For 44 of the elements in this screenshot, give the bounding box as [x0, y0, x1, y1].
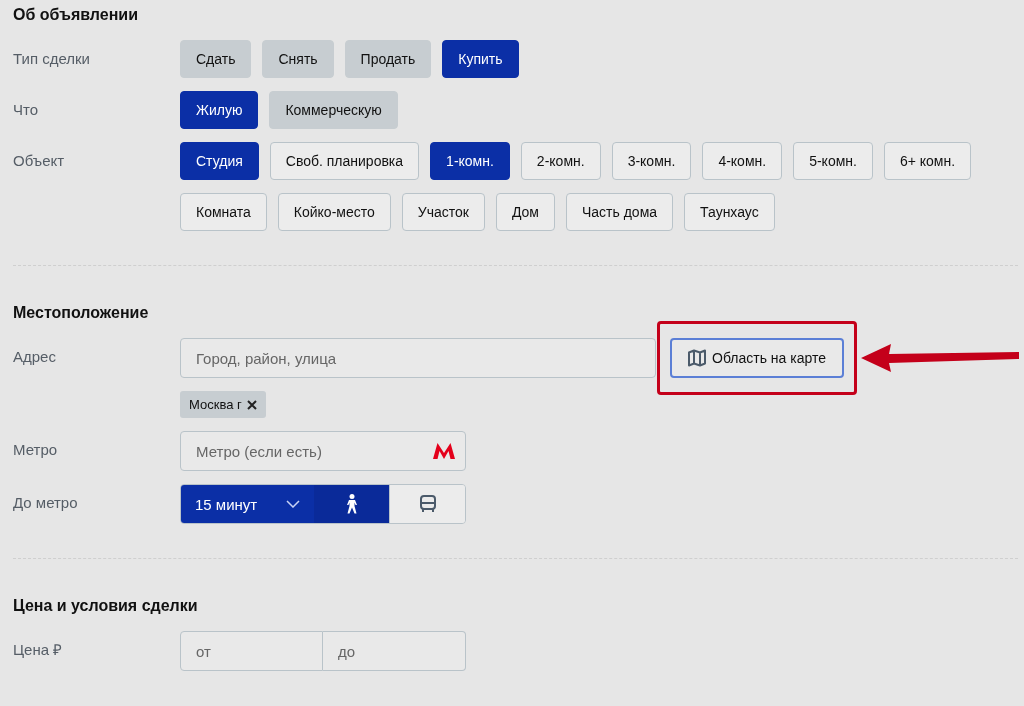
option-button[interactable]: Купить	[442, 40, 519, 78]
metro-logo-icon	[433, 443, 455, 459]
option-button[interactable]: 3-комн.	[611, 142, 692, 180]
option-button[interactable]: Таунхаус	[684, 193, 775, 231]
option-button[interactable]: Часть дома	[566, 193, 674, 231]
field-label: Что	[13, 100, 40, 120]
map-area-button[interactable]: Область на карте	[670, 338, 844, 378]
option-button[interactable]: 5-комн.	[793, 142, 873, 180]
price-to-input[interactable]: до	[323, 631, 466, 671]
field-label: Адрес	[13, 347, 57, 367]
address-input[interactable]: Город, район, улица	[180, 338, 656, 378]
option-button[interactable]: Коммерческую	[269, 91, 398, 129]
field-label: Тип сделки	[13, 49, 91, 69]
option-button[interactable]: Комната	[180, 193, 267, 231]
option-button[interactable]: Своб. планировка	[269, 142, 420, 180]
close-icon[interactable]	[246, 399, 257, 410]
transport-mode-button[interactable]	[313, 485, 390, 523]
section-title: Цена и условия сделки	[13, 596, 198, 616]
option-button[interactable]: Дом	[495, 193, 555, 231]
field-label: Объект	[13, 151, 66, 171]
option-button[interactable]: Студия	[180, 142, 259, 180]
field-label: До метро	[13, 493, 79, 513]
option-button[interactable]: 2-комн.	[520, 142, 601, 180]
option-button[interactable]: Жилую	[180, 91, 259, 129]
option-button[interactable]: Продать	[344, 40, 432, 78]
option-button[interactable]: 4-комн.	[702, 142, 783, 180]
field-label: Цена ₽	[13, 640, 64, 660]
section-title: Об объявлении	[13, 5, 139, 25]
option-button[interactable]: Койко-место	[277, 193, 391, 231]
metro-input[interactable]: Метро (если есть)	[180, 431, 466, 471]
option-button[interactable]: 6+ комн.	[883, 142, 972, 180]
option-button[interactable]: Снять	[262, 40, 334, 78]
filter-tag[interactable]: Москва г	[180, 391, 266, 418]
option-button[interactable]: 1-комн.	[430, 142, 510, 180]
option-button[interactable]: Участок	[401, 193, 485, 231]
option-button[interactable]: Сдать	[180, 40, 252, 78]
price-from-input[interactable]: от	[180, 631, 323, 671]
bus-icon	[418, 495, 437, 513]
field-label: Метро	[13, 440, 59, 460]
walking-person-icon	[344, 494, 359, 514]
duration-dropdown[interactable]: 15 минут	[181, 485, 314, 523]
chevron-down-icon	[285, 500, 300, 508]
map-icon	[688, 349, 706, 367]
section-title: Местоположение	[13, 303, 149, 323]
